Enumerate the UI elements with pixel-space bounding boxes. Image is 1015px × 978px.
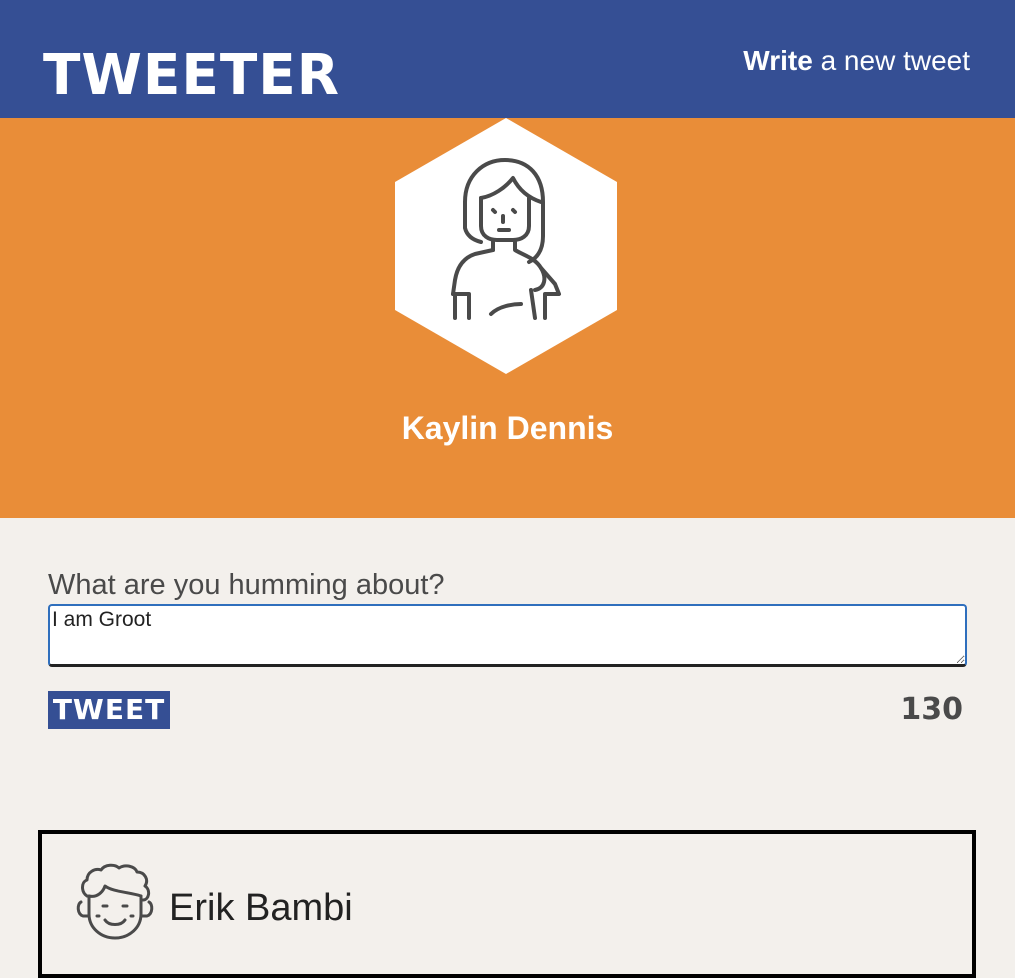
compose-link-rest: a new tweet	[812, 45, 970, 76]
compose-link-bold: Write	[743, 45, 813, 76]
write-new-tweet-link[interactable]: Write a new tweet	[743, 43, 970, 79]
brand-logo[interactable]: TWEETER	[43, 46, 340, 106]
tweet-card: Erik Bambi	[38, 830, 976, 978]
tweet-textarea[interactable]	[48, 604, 967, 667]
profile-banner: Kaylin Dennis	[0, 118, 1015, 518]
tweet-author-name: Erik Bambi	[169, 887, 353, 929]
composer-label: What are you humming about?	[48, 569, 445, 601]
character-counter: 130	[900, 692, 963, 727]
profile-name: Kaylin Dennis	[401, 410, 614, 446]
tweet-button[interactable]: TWEET	[48, 691, 170, 729]
top-nav: TWEETER Write a new tweet	[0, 0, 1015, 118]
woman-avatar-icon	[395, 118, 617, 374]
man-curly-hair-avatar-icon	[76, 863, 154, 940]
